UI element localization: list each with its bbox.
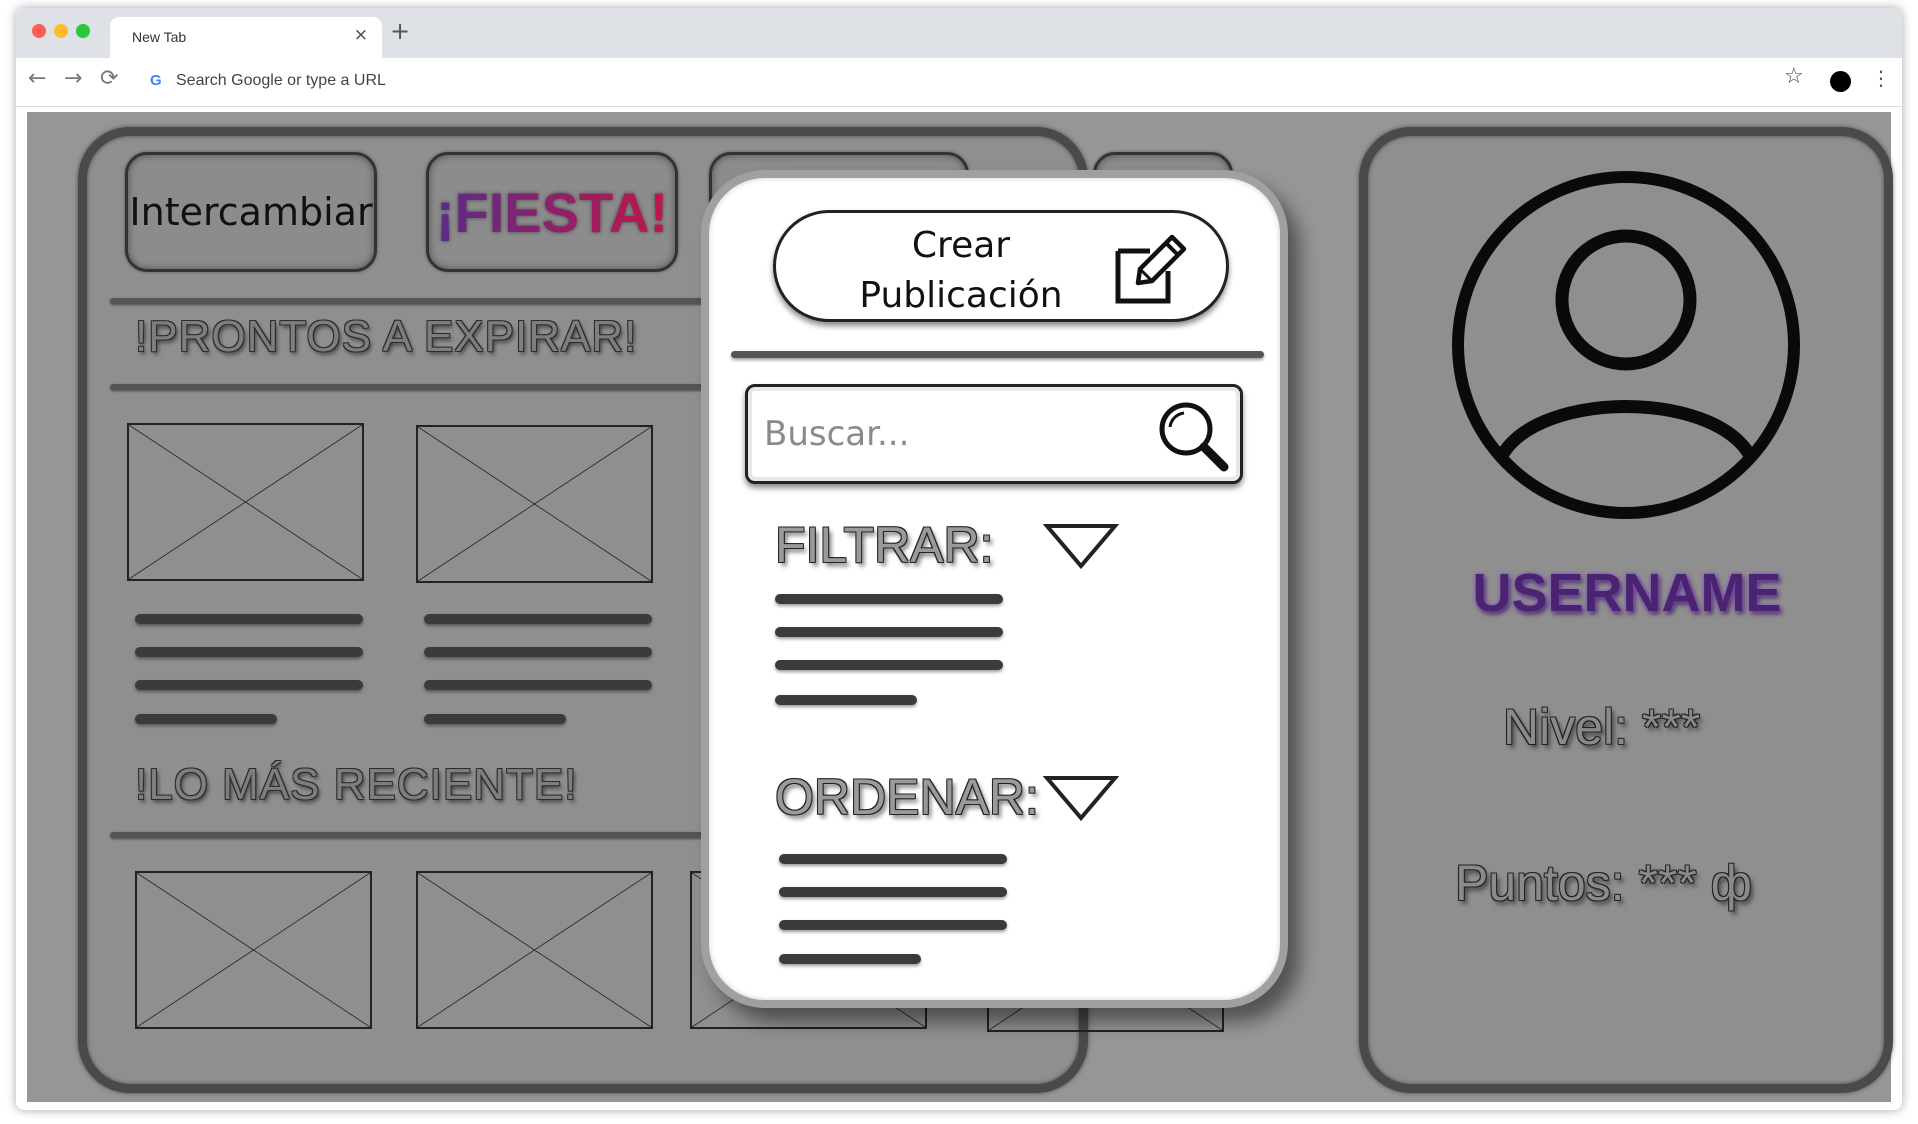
back-icon[interactable]: ←	[28, 66, 46, 91]
username: USERNAME	[1472, 563, 1782, 623]
bookmark-star-icon[interactable]: ☆	[1784, 64, 1804, 89]
text-line-placeholder	[135, 714, 277, 724]
filter-label: FILTRAR:	[775, 517, 994, 573]
address-bar[interactable]: G Search Google or type a URL	[142, 66, 1822, 97]
maximize-window-button[interactable]	[76, 24, 90, 38]
divider	[110, 832, 750, 838]
chevron-down-icon[interactable]	[1043, 522, 1119, 570]
text-line-placeholder	[775, 594, 1003, 604]
text-line-placeholder	[424, 714, 566, 724]
divider	[110, 298, 750, 304]
tab-title: New Tab	[132, 29, 187, 45]
text-line-placeholder	[779, 854, 1007, 864]
browser-toolbar: ← → ⟳ G Search Google or type a URL ☆ ⋮	[16, 58, 1902, 107]
close-window-button[interactable]	[32, 24, 46, 38]
popup-divider	[731, 351, 1264, 358]
image-placeholder[interactable]	[135, 871, 372, 1029]
section-title-recent: !LO MÁS RECIENTE!	[135, 760, 578, 809]
create-post-label: Crear Publicación	[859, 225, 1063, 316]
intercambiar-button[interactable]: Intercambiar	[125, 152, 377, 272]
user-avatar-icon[interactable]	[1449, 168, 1803, 522]
fiesta-button[interactable]: ¡FIESTA!	[426, 152, 678, 272]
new-tab-button[interactable]: +	[390, 19, 410, 43]
tab-bar: New Tab × +	[16, 8, 1902, 58]
chevron-down-icon[interactable]	[1043, 774, 1119, 822]
intercambiar-label: Intercambiar	[129, 190, 373, 234]
image-placeholder[interactable]	[416, 871, 653, 1029]
image-placeholder[interactable]	[127, 423, 364, 581]
search-icon[interactable]	[1154, 397, 1234, 477]
browser-menu-icon[interactable]: ⋮	[1871, 66, 1891, 90]
divider	[110, 384, 750, 390]
address-bar-placeholder: Search Google or type a URL	[176, 72, 386, 89]
tab-new-tab[interactable]: New Tab ×	[110, 17, 382, 58]
section-title-expiring: !PRONTOS A EXPIRAR!	[135, 312, 638, 361]
app-canvas: Intercambiar ¡FIESTA! !PRONTOS A EXPIRAR…	[27, 112, 1893, 1102]
search-input[interactable]	[762, 407, 1146, 461]
text-line-placeholder	[775, 660, 1003, 670]
fiesta-label: ¡FIESTA!	[435, 180, 669, 244]
tab-close-icon[interactable]: ×	[354, 25, 368, 45]
text-line-placeholder	[779, 887, 1007, 897]
reload-icon[interactable]: ⟳	[100, 66, 118, 91]
text-line-placeholder	[424, 680, 652, 690]
text-line-placeholder	[424, 614, 652, 624]
text-line-placeholder	[135, 680, 363, 690]
text-line-placeholder	[775, 627, 1003, 637]
create-post-button[interactable]: Crear Publicación	[773, 210, 1229, 322]
profile-icon[interactable]	[1830, 71, 1851, 92]
text-line-placeholder	[775, 695, 917, 705]
edit-icon	[1115, 234, 1187, 304]
text-line-placeholder	[779, 920, 1007, 930]
sort-label: ORDENAR:	[775, 769, 1039, 825]
text-line-placeholder	[779, 954, 921, 964]
text-line-placeholder	[135, 614, 363, 624]
text-line-placeholder	[135, 647, 363, 657]
forward-icon[interactable]: →	[64, 66, 82, 91]
text-line-placeholder	[424, 647, 652, 657]
points-label: Puntos: *** ф	[1455, 855, 1752, 911]
google-logo-icon: G	[150, 72, 162, 89]
search-box	[745, 384, 1243, 484]
minimize-window-button[interactable]	[54, 24, 68, 38]
level-label: Nivel: ***	[1503, 699, 1701, 755]
search-filter-popup: Crear Publicación FILTRAR:	[701, 170, 1288, 1008]
image-placeholder[interactable]	[416, 425, 653, 583]
browser-window: New Tab × + ← → ⟳ G Search Google or typ…	[16, 8, 1902, 1110]
